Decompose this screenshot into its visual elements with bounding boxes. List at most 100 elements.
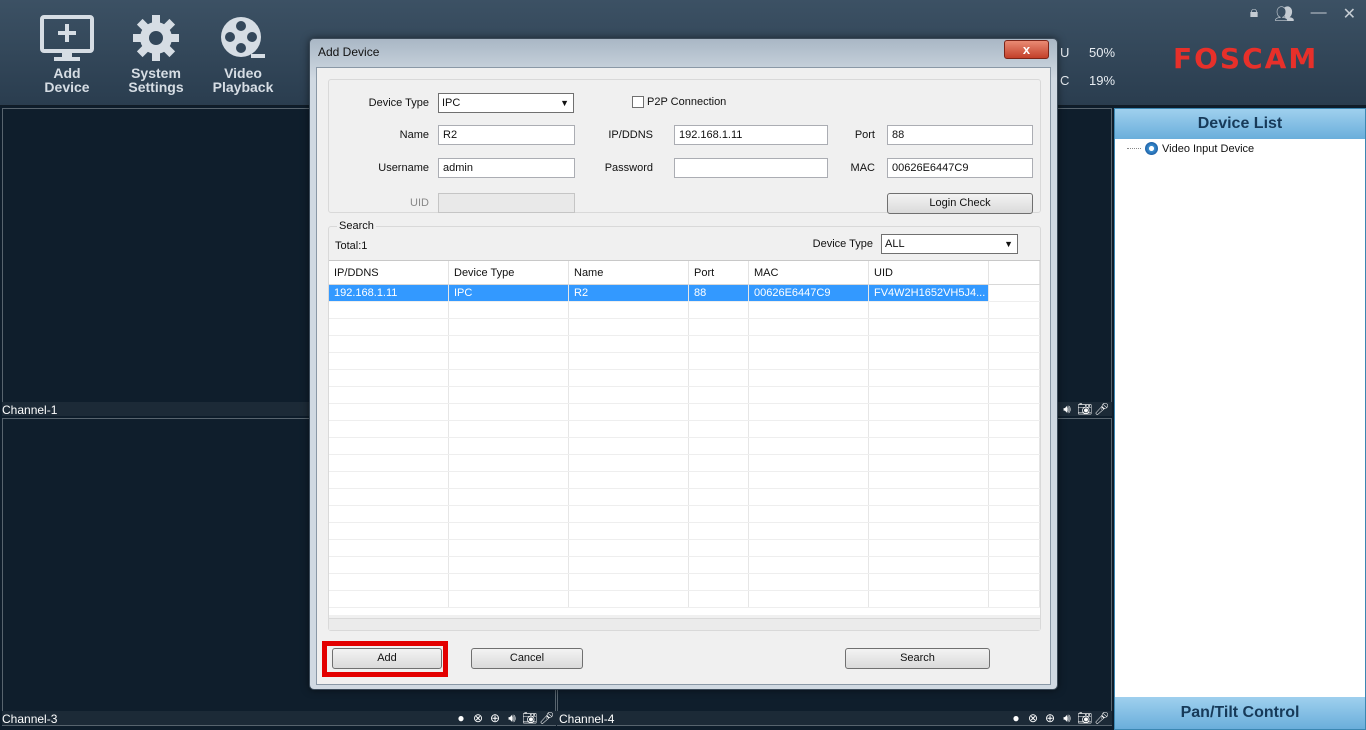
password-field[interactable] bbox=[674, 158, 828, 178]
empty-table-row bbox=[329, 523, 1040, 540]
column-header[interactable]: Device Type bbox=[449, 261, 569, 284]
empty-table-cell bbox=[449, 489, 569, 505]
camera-icon[interactable]: 📷︎ bbox=[1077, 711, 1092, 726]
zoom-in-icon[interactable]: ⊕ bbox=[488, 711, 502, 726]
device-type-select[interactable]: IPC ▼ bbox=[438, 93, 574, 113]
empty-table-cell bbox=[569, 557, 689, 573]
column-header[interactable]: UID bbox=[869, 261, 989, 284]
empty-table-cell bbox=[329, 438, 449, 454]
empty-table-cell bbox=[989, 523, 1040, 539]
empty-table-row bbox=[329, 557, 1040, 574]
table-header: IP/DDNS Device Type Name Port MAC UID bbox=[329, 261, 1040, 285]
login-check-button[interactable]: Login Check bbox=[887, 193, 1033, 214]
pan-tilt-control-header[interactable]: Pan/Tilt Control bbox=[1115, 697, 1365, 729]
empty-table-cell bbox=[449, 523, 569, 539]
empty-table-cell bbox=[329, 540, 449, 556]
empty-table-cell bbox=[569, 472, 689, 488]
table-cell: FV4W2H1652VH5J4... bbox=[869, 285, 989, 301]
empty-table-cell bbox=[329, 302, 449, 318]
empty-table-cell bbox=[449, 438, 569, 454]
port-label: Port bbox=[854, 129, 875, 141]
speaker-icon[interactable]: 🔊︎ bbox=[1060, 402, 1074, 417]
empty-table-cell bbox=[569, 438, 689, 454]
camera-icon[interactable]: 📷︎ bbox=[522, 711, 537, 726]
table-row[interactable]: 192.168.1.11 IPC R2 88 00626E6447C9 FV4W… bbox=[329, 285, 1040, 302]
empty-table-cell bbox=[569, 523, 689, 539]
search-button[interactable]: Search bbox=[845, 648, 990, 669]
empty-table-cell bbox=[869, 574, 989, 590]
empty-table-cell bbox=[449, 557, 569, 573]
empty-table-cell bbox=[749, 319, 869, 335]
column-header[interactable]: IP/DDNS bbox=[329, 261, 449, 284]
system-settings-label-2: Settings bbox=[128, 79, 184, 95]
empty-table-row bbox=[329, 421, 1040, 438]
microphone-icon[interactable]: 🎤︎ bbox=[1094, 402, 1109, 417]
device-list-title: Device List bbox=[1115, 109, 1365, 139]
empty-table-cell bbox=[749, 506, 869, 522]
port-field[interactable]: 88 bbox=[887, 125, 1033, 145]
lock-icon[interactable]: 🔒︎ bbox=[1250, 4, 1259, 24]
zoom-out-icon[interactable]: ⊗ bbox=[471, 711, 485, 726]
ip-ddns-label: IP/DDNS bbox=[608, 129, 653, 141]
empty-table-cell bbox=[689, 489, 749, 505]
empty-table-cell bbox=[689, 319, 749, 335]
empty-table-cell bbox=[989, 387, 1040, 403]
uid-field bbox=[438, 193, 575, 213]
search-device-type-select[interactable]: ALL ▼ bbox=[881, 234, 1018, 254]
empty-table-cell bbox=[989, 370, 1040, 386]
camera-icon[interactable]: 📷︎ bbox=[1077, 402, 1092, 417]
username-field[interactable]: admin bbox=[438, 158, 575, 178]
zoom-in-icon[interactable]: ⊕ bbox=[1043, 711, 1057, 726]
speaker-icon[interactable]: 🔊︎ bbox=[505, 711, 519, 726]
empty-table-cell bbox=[689, 404, 749, 420]
tree-item-video-input-device[interactable]: Video Input Device bbox=[1127, 142, 1254, 155]
empty-table-cell bbox=[449, 472, 569, 488]
empty-table-cell bbox=[449, 506, 569, 522]
mac-field[interactable]: 00626E6447C9 bbox=[887, 158, 1033, 178]
column-header[interactable]: Port bbox=[689, 261, 749, 284]
close-icon[interactable]: ✕ bbox=[1343, 4, 1356, 24]
speaker-icon[interactable]: 🔊︎ bbox=[1060, 711, 1074, 726]
channel-4-controls: ● ⊗ ⊕ 🔊︎ 📷︎ 🎤︎ bbox=[1009, 711, 1109, 726]
empty-table-cell bbox=[449, 302, 569, 318]
empty-table-cell bbox=[869, 557, 989, 573]
record-icon[interactable]: ● bbox=[1009, 711, 1023, 726]
username-label: Username bbox=[378, 162, 429, 174]
microphone-icon[interactable]: 🎤︎ bbox=[539, 711, 554, 726]
empty-table-row bbox=[329, 591, 1040, 608]
empty-table-cell bbox=[989, 574, 1040, 590]
uid-label: UID bbox=[410, 197, 429, 209]
empty-table-cell bbox=[989, 506, 1040, 522]
name-field[interactable]: R2 bbox=[438, 125, 575, 145]
empty-table-cell bbox=[989, 557, 1040, 573]
empty-table-cell bbox=[569, 506, 689, 522]
video-playback-label-2: Playback bbox=[212, 79, 274, 95]
add-button[interactable]: Add bbox=[332, 648, 442, 669]
system-settings-button[interactable]: System Settings bbox=[117, 14, 195, 94]
minimize-icon[interactable]: — bbox=[1311, 4, 1327, 24]
empty-table-cell bbox=[749, 557, 869, 573]
device-form: Device Type IPC ▼ P2P Connection Name R2… bbox=[328, 79, 1041, 214]
empty-table-row bbox=[329, 319, 1040, 336]
add-device-button[interactable]: Add Device bbox=[28, 14, 106, 94]
empty-table-cell bbox=[869, 302, 989, 318]
empty-table-cell bbox=[749, 540, 869, 556]
empty-table-cell bbox=[449, 404, 569, 420]
cancel-button[interactable]: Cancel bbox=[471, 648, 583, 669]
table-cell: 192.168.1.11 bbox=[329, 285, 449, 301]
zoom-out-icon[interactable]: ⊗ bbox=[1026, 711, 1040, 726]
video-playback-button[interactable]: Video Playback bbox=[204, 14, 282, 94]
empty-table-cell bbox=[329, 404, 449, 420]
empty-table-cell bbox=[749, 455, 869, 471]
ip-ddns-field[interactable]: 192.168.1.11 bbox=[674, 125, 828, 145]
dialog-close-button[interactable]: x bbox=[1004, 40, 1049, 59]
horizontal-scrollbar[interactable] bbox=[329, 618, 1040, 630]
empty-table-cell bbox=[689, 353, 749, 369]
microphone-icon[interactable]: 🎤︎ bbox=[1094, 711, 1109, 726]
users-icon[interactable]: 👥︎ bbox=[1274, 4, 1294, 24]
record-icon[interactable]: ● bbox=[454, 711, 468, 726]
column-header[interactable]: Name bbox=[569, 261, 689, 284]
p2p-connection-checkbox[interactable]: P2P Connection bbox=[632, 96, 726, 108]
empty-table-cell bbox=[989, 472, 1040, 488]
column-header[interactable]: MAC bbox=[749, 261, 869, 284]
